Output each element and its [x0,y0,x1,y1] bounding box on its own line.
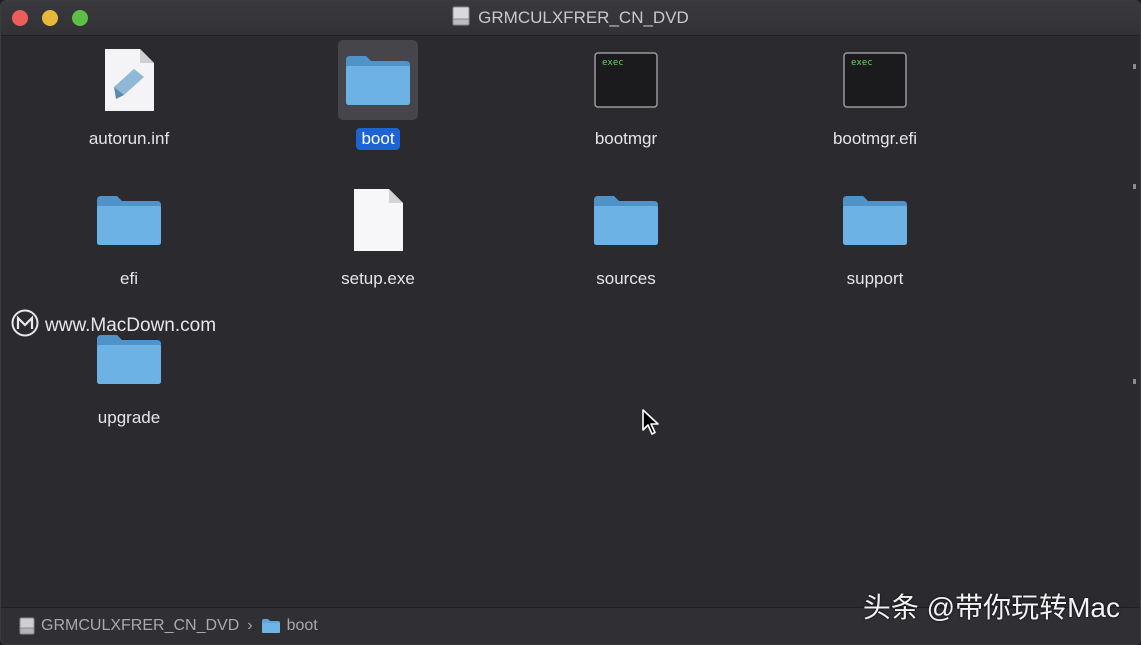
exec-badge: exec [851,58,873,68]
disk-icon [452,6,470,31]
finder-window: GRMCULXFRER_CN_DVD upgrade support sources… [0,0,1141,645]
file-name-label: efi [120,269,138,288]
file-name-label: autorun.inf [88,129,170,148]
watermark: www.MacDown.com [11,309,216,343]
inf-file-icon [89,40,169,120]
scroll-marker [1133,379,1136,384]
path-segment-disk[interactable]: GRMCULXFRER_CN_DVD [19,617,239,635]
path-separator: › [247,617,253,634]
file-item[interactable]: autorun.inf [29,40,229,170]
path-segment-boot[interactable]: boot [261,617,318,635]
credit-watermark: 头条 @带你玩转Mac [862,592,1120,623]
file-item[interactable]: boot [278,40,478,170]
path-segment-label: boot [286,617,318,634]
file-grid[interactable]: upgrade support sources setup.exe efi exec boo… [1,36,1140,608]
exec-badge: exec [602,58,624,68]
window-title: GRMCULXFRER_CN_DVD [1,1,1140,35]
file-item[interactable]: sources [526,180,726,310]
exec-file-icon: exec [835,40,915,120]
file-item[interactable]: exec bootmgr [526,40,726,170]
file-name-label: bootmgr [594,129,658,148]
mouse-pointer-icon [641,408,661,441]
file-name-label: upgrade [97,408,161,427]
file-item[interactable]: support [775,180,975,310]
title-bar[interactable]: GRMCULXFRER_CN_DVD [1,1,1140,36]
folder-icon [338,40,418,120]
file-name-label: boot [356,128,400,150]
disk-icon [19,617,35,635]
file-item[interactable]: exec bootmgr.efi [775,40,975,170]
watermark-text: www.MacDown.com [45,315,217,336]
file-name-label: bootmgr.efi [832,129,918,148]
folder-icon [835,180,915,260]
exec-file-icon: exec [586,40,666,120]
blank-file-icon [338,180,418,260]
window-title-text: GRMCULXFRER_CN_DVD [478,8,689,27]
scroll-marker [1133,64,1136,69]
folder-icon [261,619,280,633]
file-name-label: setup.exe [341,269,415,288]
folder-icon [586,180,666,260]
folder-icon [89,180,169,260]
macdown-logo-icon [11,309,39,343]
file-item[interactable]: setup.exe [278,180,478,310]
file-name-label: sources [596,269,656,288]
path-segment-label: GRMCULXFRER_CN_DVD [41,617,240,634]
scroll-marker [1133,184,1136,189]
file-item[interactable]: efi [29,180,229,310]
file-name-label: support [846,269,904,288]
